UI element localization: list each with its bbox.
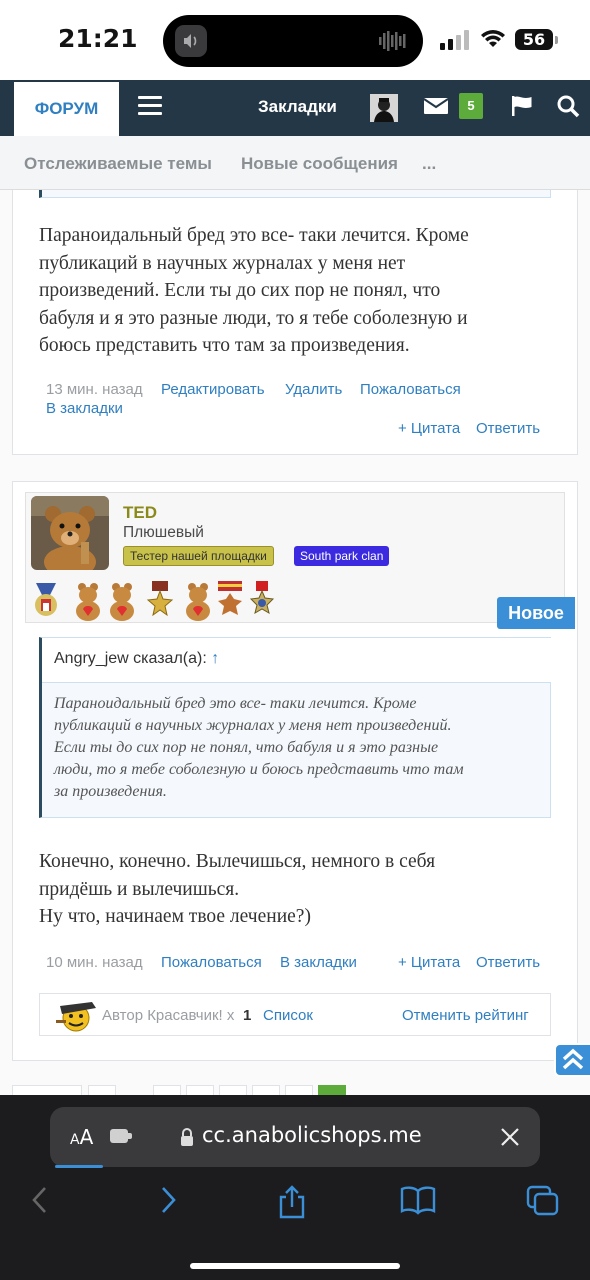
pagination-current-page[interactable] [318, 1085, 346, 1095]
post-message: Конечно, конечно. Вылечишься, немного в … [39, 851, 436, 927]
battery-indicator: 56 [515, 29, 553, 50]
lock-icon [181, 1128, 193, 1146]
inbox-icon[interactable] [424, 96, 448, 116]
subnav-new-posts[interactable]: Новые сообщения [241, 154, 398, 174]
post-time: 10 мин. назад [46, 954, 143, 971]
quote-author: Angry_jew сказал(а): [54, 650, 207, 667]
rating-label: Автор Красавчик! x [102, 1007, 235, 1024]
speaker-icon [175, 25, 207, 57]
user-avatar[interactable] [370, 94, 398, 122]
alerts-flag-icon[interactable] [510, 94, 534, 118]
menu-icon[interactable] [138, 96, 162, 116]
pagination-page[interactable] [285, 1085, 313, 1095]
pagination-page[interactable] [186, 1085, 214, 1095]
medal-icon [146, 581, 174, 617]
wifi-icon [481, 30, 505, 47]
quote-button[interactable]: + Цитата [398, 954, 460, 971]
medal-icon [35, 583, 57, 616]
rating-smiley-icon [56, 1002, 96, 1032]
rating-list-link[interactable]: Список [263, 1007, 313, 1024]
address-bar[interactable]: AA cc.anabolicshops.me [50, 1107, 540, 1167]
thread-content: Параноидальный бред это все- таки лечитс… [0, 190, 590, 1095]
username[interactable]: TED [123, 503, 157, 523]
pagination-page[interactable] [88, 1085, 116, 1095]
medal-icon [110, 583, 134, 621]
url-text: cc.anabolicshops.me [202, 1123, 422, 1147]
pagination-page[interactable] [153, 1085, 181, 1095]
post-ted: TED Плюшевый Тестер нашей площадки South… [12, 481, 578, 1061]
quote-header: Angry_jew сказал(а): ↑ [42, 638, 551, 683]
post-message: Параноидальный бред это все- таки лечитс… [39, 225, 469, 356]
report-link[interactable]: Пожаловаться [161, 954, 262, 971]
user-banner-tester: Тестер нашей площадки [123, 546, 274, 566]
page-settings-button[interactable]: AA [70, 1125, 93, 1149]
quote-button[interactable]: + Цитата [398, 420, 460, 437]
cancel-rating-link[interactable]: Отменить рейтинг [402, 1007, 529, 1024]
bookmarks-book-icon[interactable] [400, 1185, 436, 1215]
quote-source-arrow-icon[interactable]: ↑ [211, 650, 219, 667]
share-icon[interactable] [276, 1185, 308, 1219]
dynamic-island [163, 15, 423, 67]
bookmarks-link[interactable]: Закладки [258, 97, 337, 117]
reply-button[interactable]: Ответить [476, 420, 540, 437]
battery-nub [555, 36, 558, 44]
back-icon[interactable] [30, 1185, 50, 1215]
quote-text: Параноидальный бред это все- таки лечитс… [54, 695, 464, 800]
bookmark-link[interactable]: В закладки [46, 400, 123, 417]
user-title: Плюшевый [123, 524, 204, 541]
waveform-icon [379, 29, 409, 58]
medal-icon [186, 583, 210, 621]
user-banner-south-park: South park clan [294, 546, 390, 566]
close-icon[interactable] [500, 1127, 520, 1147]
previous-post: Параноидальный бред это все- таки лечитс… [12, 190, 578, 455]
report-link[interactable]: Пожаловаться [360, 381, 461, 398]
double-chevron-up-icon [562, 1048, 584, 1070]
new-post-label: Новое [497, 597, 575, 629]
search-icon[interactable] [556, 94, 580, 118]
user-info-block: TED Плюшевый Тестер нашей площадки South… [25, 492, 565, 623]
clock: 21:21 [58, 24, 138, 53]
tabs-icon[interactable] [526, 1185, 560, 1217]
quote-block-end [39, 190, 551, 198]
extension-icon[interactable] [110, 1127, 132, 1145]
tab-forum[interactable]: ФОРУМ [14, 82, 119, 136]
medal-icon [249, 581, 275, 615]
quote-block: Angry_jew сказал(а): ↑ Параноидальный бр… [39, 637, 551, 818]
scroll-to-top-button[interactable] [554, 1043, 590, 1077]
bookmark-link[interactable]: В закладки [280, 954, 357, 971]
forum-navbar: ФОРУМ Закладки 5 [0, 80, 590, 136]
medal-icon [218, 581, 242, 615]
reply-button[interactable]: Ответить [476, 954, 540, 971]
rating-bar: Автор Красавчик! x 1 Список Отменить рей… [39, 993, 551, 1036]
pagination-prev[interactable] [12, 1085, 82, 1095]
browser-toolbar: AA cc.anabolicshops.me [0, 1095, 590, 1280]
inbox-count-badge[interactable]: 5 [459, 93, 483, 119]
forward-icon[interactable] [158, 1185, 178, 1215]
rating-count: 1 [243, 1007, 252, 1024]
subnav-watched-threads[interactable]: Отслеживаемые темы [24, 154, 212, 174]
post-time: 13 мин. назад [46, 381, 143, 398]
delete-link[interactable]: Удалить [285, 381, 342, 398]
medal-icon [76, 583, 100, 621]
pagination-page[interactable] [252, 1085, 280, 1095]
home-indicator [190, 1263, 400, 1269]
pagination-page[interactable] [219, 1085, 247, 1095]
sub-navigation: Отслеживаемые темы Новые сообщения ... [0, 136, 590, 190]
edit-link[interactable]: Редактировать [161, 381, 265, 398]
status-bar: 21:21 56 [0, 0, 590, 80]
subnav-more[interactable]: ... [422, 154, 436, 174]
user-avatar-ted[interactable] [31, 496, 109, 570]
load-progress [55, 1165, 103, 1168]
signal-icon [440, 30, 469, 50]
